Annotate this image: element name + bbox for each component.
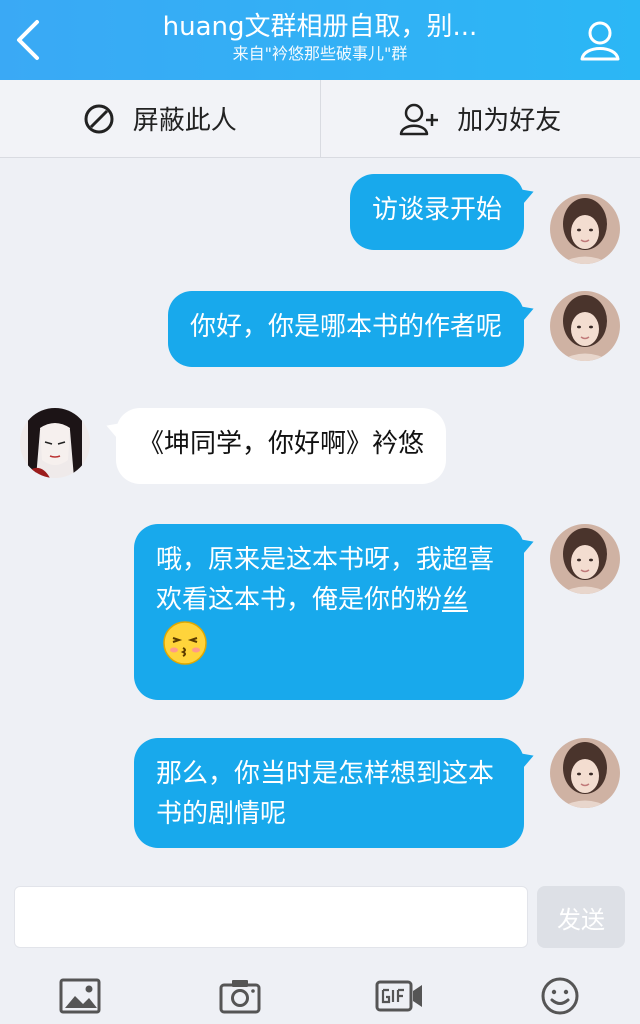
my-avatar[interactable] [550,524,620,594]
message-text-tail: 丝 [442,585,469,615]
my-avatar[interactable] [550,291,620,361]
avatar-photo [550,524,620,594]
avatar-photo [550,194,620,264]
my-message-bubble[interactable]: 你好，你是哪本书的作者呢 [167,291,524,367]
block-user-button[interactable]: 屏蔽此人 [0,80,320,157]
top-bar: huang文群相册自取，别... 来自"衿悠那些破事儿"群 [0,0,640,80]
my-avatar[interactable] [550,738,620,808]
block-user-label: 屏蔽此人 [132,106,237,136]
chat-messages: 访谈录开始 你好，你是哪本书的作者呢 《坤同学，你好啊》衿悠 哦，原来是这本书呀… [0,158,640,876]
image-button[interactable] [50,970,110,1022]
composer-toolbar [0,968,640,1024]
back-icon [17,20,39,60]
profile-button[interactable] [576,16,624,64]
sender-avatar[interactable] [20,408,90,478]
my-message-bubble[interactable]: 访谈录开始 [349,174,524,250]
camera-button[interactable] [210,970,270,1022]
add-friend-icon [399,103,439,135]
avatar-photo [550,291,620,361]
gif-icon [375,980,422,1012]
add-friend-button[interactable]: 加为好友 [319,80,640,157]
action-bar: 屏蔽此人 加为好友 [0,80,640,158]
chat-title-area: huang文群相册自取，别... 来自"衿悠那些破事儿"群 [90,10,550,64]
send-button[interactable]: 发送 [537,886,625,948]
emoji-icon [541,977,579,1015]
gif-button[interactable] [370,970,430,1022]
back-button[interactable] [8,14,48,66]
chat-title: huang文群相册自取，别... [162,12,478,42]
emoji-button[interactable] [530,970,590,1022]
their-message-bubble[interactable]: 《坤同学，你好啊》衿悠 [116,408,447,484]
add-friend-label: 加为好友 [457,106,562,136]
composer-bar: 发送 [0,876,640,1024]
avatar-photo [550,738,620,808]
kiss-emoji-icon [162,620,208,678]
image-icon [59,978,101,1014]
profile-icon [580,21,620,61]
camera-icon [219,980,261,1014]
my-message-bubble[interactable]: 哦，原来是这本书呀，我超喜欢看这本书，俺是你的粉丝 [134,524,524,700]
my-message-bubble[interactable]: 那么，你当时是怎样想到这本书的剧情呢 [134,738,524,848]
my-avatar[interactable] [550,194,620,264]
chat-subtitle: 来自"衿悠那些破事儿"群 [232,44,408,63]
block-icon [84,104,114,133]
message-input[interactable] [14,886,528,948]
avatar-photo [20,408,90,478]
